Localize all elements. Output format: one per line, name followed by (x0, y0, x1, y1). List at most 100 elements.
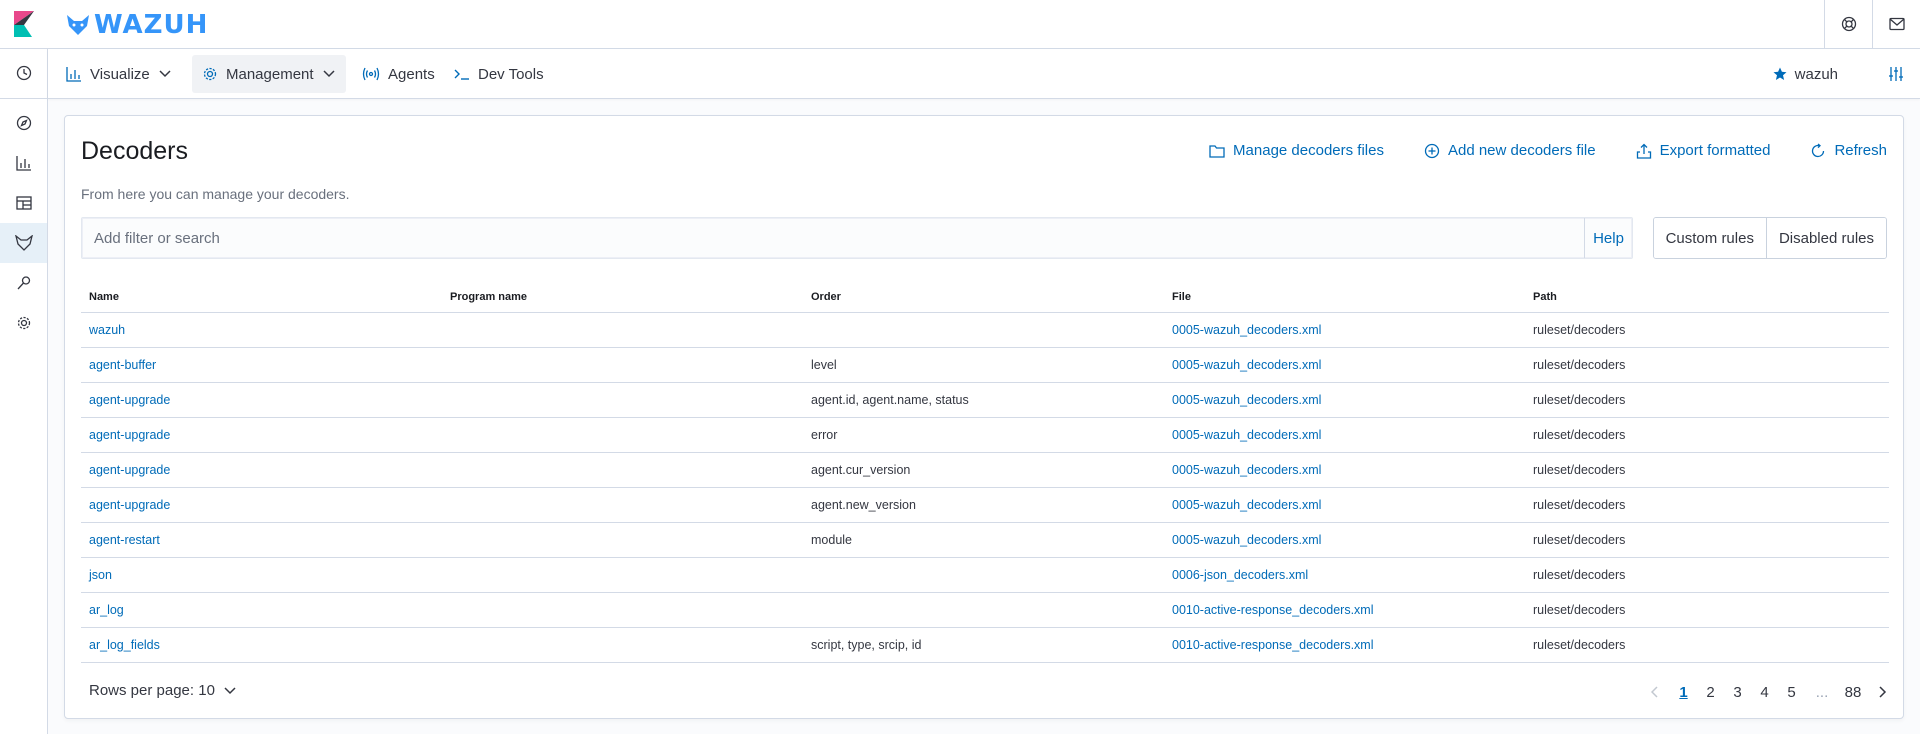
chevron-right-icon (1877, 685, 1887, 699)
chevron-down-icon (322, 69, 336, 79)
clock-icon (16, 65, 32, 81)
page-1-button[interactable]: 1 (1670, 684, 1697, 701)
menu-management[interactable]: Management (192, 55, 346, 93)
path-cell: ruleset/decoders (1525, 312, 1889, 348)
help-button[interactable]: Help (1584, 218, 1632, 258)
top-header: WAZUH (0, 0, 1920, 49)
decoder-name-link[interactable]: ar_log (81, 592, 442, 628)
menu-visualize[interactable]: Visualize (56, 55, 182, 93)
table-row[interactable]: agent-upgrade agent.new_version 0005-waz… (81, 487, 1889, 523)
decoder-name-link[interactable]: agent-restart (81, 522, 442, 558)
decoders-table: Name Program name Order File Path wazuh … (81, 282, 1889, 663)
file-link[interactable]: 0010-active-response_decoders.xml (1164, 627, 1525, 663)
table-row[interactable]: ar_log 0010-active-response_decoders.xml… (81, 592, 1889, 628)
file-link[interactable]: 0005-wazuh_decoders.xml (1164, 382, 1525, 418)
gear-icon (16, 315, 32, 331)
disabled-rules-button[interactable]: Disabled rules (1765, 218, 1886, 258)
file-link[interactable]: 0005-wazuh_decoders.xml (1164, 452, 1525, 488)
export-formatted-button[interactable]: Export formatted (1636, 142, 1771, 159)
column-header-path[interactable]: Path (1525, 282, 1889, 313)
table-row[interactable]: json 0006-json_decoders.xml ruleset/deco… (81, 557, 1889, 593)
wazuh-logo[interactable]: WAZUH (66, 10, 208, 40)
refresh-button[interactable]: Refresh (1810, 142, 1887, 159)
decoder-name-link[interactable]: agent-upgrade (81, 452, 442, 488)
column-header-program-name[interactable]: Program name (442, 282, 803, 313)
newsfeed-button[interactable] (1872, 0, 1920, 48)
user-menu[interactable]: wazuh (1773, 66, 1838, 83)
nav-dashboard[interactable] (0, 183, 47, 223)
export-formatted-label: Export formatted (1659, 142, 1771, 159)
file-link[interactable]: 0005-wazuh_decoders.xml (1164, 487, 1525, 523)
page-2-button[interactable]: 2 (1697, 684, 1724, 701)
decoder-name-link[interactable]: ar_log_fields (81, 627, 442, 663)
star-icon (1773, 67, 1787, 81)
nav-visualize[interactable] (0, 143, 47, 183)
manage-decoders-files-button[interactable]: Manage decoders files (1209, 142, 1384, 159)
file-link[interactable]: 0005-wazuh_decoders.xml (1164, 522, 1525, 558)
path-cell: ruleset/decoders (1525, 522, 1889, 558)
decoder-name-link[interactable]: agent-upgrade (81, 487, 442, 523)
page-5-button[interactable]: 5 (1778, 684, 1805, 701)
decoder-name-link[interactable]: agent-upgrade (81, 382, 442, 418)
menu-dev-tools[interactable]: Dev Tools (444, 55, 554, 93)
path-cell: ruleset/decoders (1525, 627, 1889, 663)
compass-icon (16, 115, 32, 131)
column-header-order[interactable]: Order (803, 282, 1164, 313)
previous-page-button[interactable] (1640, 685, 1670, 699)
program-name-cell (442, 592, 803, 628)
table-row[interactable]: agent-buffer level 0005-wazuh_decoders.x… (81, 347, 1889, 383)
file-link[interactable]: 0010-active-response_decoders.xml (1164, 592, 1525, 628)
table-row[interactable]: wazuh 0005-wazuh_decoders.xml ruleset/de… (81, 312, 1889, 348)
nav-dev-tools[interactable] (0, 263, 47, 303)
table-row[interactable]: agent-upgrade agent.cur_version 0005-waz… (81, 452, 1889, 488)
path-cell: ruleset/decoders (1525, 592, 1889, 628)
next-page-button[interactable] (1867, 685, 1897, 699)
dashboard-icon (15, 195, 32, 211)
decoder-name-link[interactable]: agent-upgrade (81, 417, 442, 453)
add-new-decoders-file-button[interactable]: Add new decoders file (1424, 142, 1596, 159)
chevron-left-icon (1650, 685, 1660, 699)
folder-icon (1209, 144, 1225, 158)
path-cell: ruleset/decoders (1525, 417, 1889, 453)
page-4-button[interactable]: 4 (1751, 684, 1778, 701)
help-menu-button[interactable] (1824, 0, 1872, 48)
page-3-button[interactable]: 3 (1724, 684, 1751, 701)
decoder-name-link[interactable]: agent-buffer (81, 347, 442, 383)
refresh-icon (1810, 143, 1826, 159)
decoder-name-link[interactable]: json (81, 557, 442, 593)
chevron-down-icon (223, 686, 237, 696)
sliders-icon (1888, 66, 1904, 82)
table-row[interactable]: agent-upgrade agent.id, agent.name, stat… (81, 382, 1889, 418)
order-cell (803, 557, 1164, 593)
table-row[interactable]: agent-upgrade error 0005-wazuh_decoders.… (81, 417, 1889, 453)
file-link[interactable]: 0005-wazuh_decoders.xml (1164, 347, 1525, 383)
page-88-button[interactable]: 88 (1839, 684, 1867, 701)
pagination-ellipsis: ... (1815, 683, 1829, 701)
program-name-cell (442, 382, 803, 418)
nav-wazuh[interactable] (0, 223, 47, 263)
gear-icon (202, 66, 218, 82)
file-link[interactable]: 0005-wazuh_decoders.xml (1164, 417, 1525, 453)
plus-circle-icon (1424, 143, 1440, 159)
settings-button[interactable] (1872, 49, 1920, 99)
order-cell: level (803, 347, 1164, 383)
table-row[interactable]: agent-restart module 0005-wazuh_decoders… (81, 522, 1889, 558)
decoder-name-link[interactable]: wazuh (81, 312, 442, 348)
menu-agents[interactable]: Agents (352, 55, 445, 93)
console-icon (454, 67, 470, 81)
search-input[interactable] (82, 218, 1584, 258)
nav-management[interactable] (0, 303, 47, 343)
file-link[interactable]: 0005-wazuh_decoders.xml (1164, 312, 1525, 348)
nav-discover[interactable] (0, 103, 47, 143)
kibana-logo-icon[interactable] (14, 11, 34, 37)
rows-per-page-selector[interactable]: Rows per page: 10 (89, 682, 237, 699)
column-header-name[interactable]: Name (81, 282, 442, 313)
page-description: From here you can manage your decoders. (81, 186, 350, 202)
custom-rules-button[interactable]: Custom rules (1653, 218, 1766, 258)
column-header-file[interactable]: File (1164, 282, 1525, 313)
chevron-down-icon (158, 69, 172, 79)
nav-recent[interactable] (0, 53, 47, 93)
table-row[interactable]: ar_log_fields script, type, srcip, id 00… (81, 627, 1889, 663)
file-link[interactable]: 0006-json_decoders.xml (1164, 557, 1525, 593)
path-cell: ruleset/decoders (1525, 347, 1889, 383)
